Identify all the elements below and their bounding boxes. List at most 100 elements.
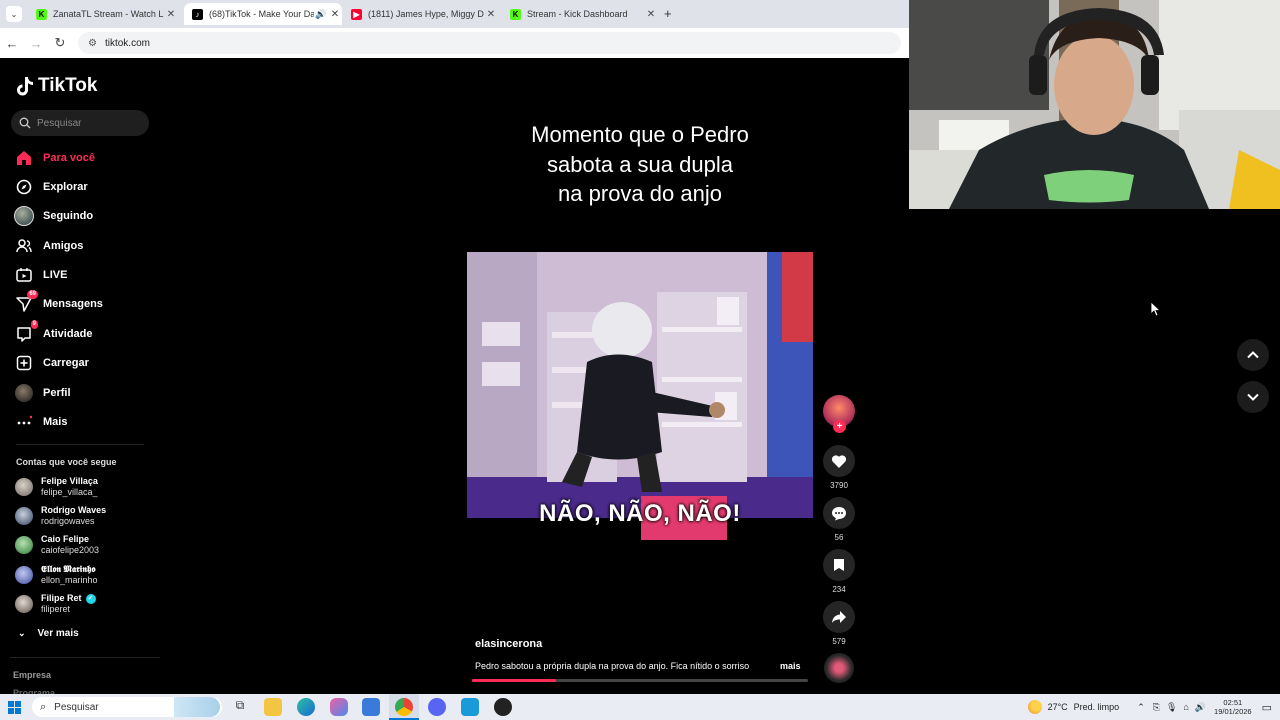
nav-carregar[interactable]: Carregar bbox=[14, 353, 89, 373]
nav-live[interactable]: LIVE bbox=[14, 265, 67, 285]
account-item[interactable]: Rodrigo Waves rodrigowaves bbox=[15, 505, 106, 527]
microphone-icon[interactable]: 🎙 bbox=[1166, 702, 1177, 713]
nav-para-voce[interactable]: Para você bbox=[14, 148, 95, 168]
close-tab-icon[interactable]: ✕ bbox=[484, 9, 498, 20]
next-video-button[interactable] bbox=[1237, 381, 1269, 413]
nav-amigos[interactable]: Amigos bbox=[14, 236, 83, 256]
file-explorer-icon[interactable] bbox=[264, 698, 282, 716]
nav-atividade[interactable]: 9 Atividade bbox=[14, 320, 93, 344]
edge-icon[interactable] bbox=[297, 698, 315, 716]
see-more-button[interactable]: ⌄ Ver mais bbox=[18, 628, 79, 639]
kick-icon: K bbox=[510, 8, 521, 20]
browser-tab-2[interactable]: ♪ (68)TikTok - Make Your Day 🔊 ✕ bbox=[184, 3, 342, 25]
video-frame-image bbox=[467, 252, 813, 518]
browser-tab-title: Stream - Kick Dashboard bbox=[527, 9, 628, 19]
webcam-image bbox=[909, 0, 1280, 209]
video-progress-bar[interactable] bbox=[472, 679, 808, 682]
video-subtitle: NÃO, NÃO, NÃO! bbox=[539, 500, 741, 527]
taskbar-search-input[interactable]: ⌕ Pesquisar bbox=[32, 697, 222, 717]
search-input[interactable]: Pesquisar bbox=[11, 110, 149, 136]
back-icon[interactable]: ← bbox=[0, 36, 24, 51]
nav-perfil[interactable]: Perfil bbox=[14, 383, 71, 403]
obs-icon[interactable] bbox=[494, 698, 512, 716]
account-item[interactable]: Caio Felipe caiofelipe2003 bbox=[15, 534, 99, 556]
comment-count: 56 bbox=[834, 533, 844, 542]
activity-badge: 9 bbox=[30, 320, 38, 329]
account-name: Filipe Ret bbox=[41, 593, 82, 603]
close-tab-icon[interactable]: ✕ bbox=[644, 9, 658, 20]
account-item[interactable]: Felipe Villaça felipe_villaca_ bbox=[15, 476, 98, 498]
windows-start-icon[interactable] bbox=[8, 701, 21, 719]
store-icon[interactable] bbox=[362, 698, 380, 716]
share-button[interactable]: 579 bbox=[823, 601, 855, 646]
youtube-icon: ▶ bbox=[351, 8, 362, 20]
video-description: Pedro sabotou a própria dupla na prova d… bbox=[475, 661, 750, 671]
tiktok-icon: ♪ bbox=[192, 8, 203, 20]
task-view-icon[interactable]: ⧉ bbox=[231, 698, 249, 716]
nav-label: Explorar bbox=[43, 181, 88, 193]
music-disc-button[interactable] bbox=[823, 653, 855, 683]
system-tray: 27°C Pred. limpo ⌃ ⎘ 🎙 ⌂ 🔊 02:51 19/01/2… bbox=[1027, 694, 1280, 720]
url-field[interactable]: ⚙ tiktok.com bbox=[78, 32, 901, 54]
nav-explorar[interactable]: Explorar bbox=[14, 177, 88, 197]
chevron-down-icon bbox=[1247, 393, 1259, 401]
browser-tab-4[interactable]: K Stream - Kick Dashboard ✕ bbox=[502, 3, 658, 25]
account-handle: caiofelipe2003 bbox=[41, 545, 100, 555]
nav-mensagens[interactable]: 69 Mensagens bbox=[14, 290, 103, 314]
mouse-cursor-icon bbox=[1150, 301, 1162, 322]
usb-icon[interactable]: ⎘ bbox=[1153, 702, 1160, 713]
comment-button[interactable]: 56 bbox=[823, 497, 855, 542]
like-count: 3790 bbox=[830, 481, 848, 490]
nav-label: Seguindo bbox=[43, 210, 94, 222]
tiktok-logo[interactable]: TikTok bbox=[16, 75, 97, 97]
follow-plus-icon[interactable]: + bbox=[833, 420, 846, 433]
avatar bbox=[15, 478, 33, 496]
search-placeholder: Pesquisar bbox=[37, 117, 82, 129]
taskbar-clock[interactable]: 02:51 19/01/2026 bbox=[1214, 698, 1252, 716]
browser-tab-1[interactable]: K ZanataTL Stream - Watch Live o ✕ bbox=[28, 3, 178, 25]
previous-video-button[interactable] bbox=[1237, 339, 1269, 371]
close-tab-icon[interactable]: ✕ bbox=[328, 9, 342, 20]
account-handle: ellon_marinho bbox=[41, 575, 98, 585]
notifications-icon[interactable]: ▭ bbox=[1262, 701, 1272, 714]
video-caption-overlay: Momento que o Pedro sabota a sua dupla n… bbox=[470, 120, 810, 209]
creator-avatar-button[interactable]: + bbox=[823, 395, 855, 433]
tray-chevron-up-icon[interactable]: ⌃ bbox=[1137, 702, 1145, 713]
video-progress-fill bbox=[472, 679, 556, 682]
video-author[interactable]: elasincerona bbox=[475, 638, 542, 650]
kick-icon: K bbox=[36, 8, 47, 20]
like-button[interactable]: 3790 bbox=[823, 445, 855, 490]
nav-mais[interactable]: Mais bbox=[14, 412, 67, 432]
logo-text: TikTok bbox=[38, 75, 98, 96]
description-more-link[interactable]: mais bbox=[780, 661, 801, 671]
site-info-icon[interactable]: ⚙ bbox=[88, 38, 97, 49]
reload-icon[interactable]: ↻ bbox=[48, 35, 72, 51]
network-icon[interactable]: ⌂ bbox=[1183, 702, 1188, 712]
clock-time: 02:51 bbox=[1223, 698, 1243, 707]
speaker-icon[interactable]: 🔊 bbox=[314, 9, 328, 20]
discord-icon[interactable] bbox=[428, 698, 446, 716]
account-item[interactable]: 𝕰𝖑𝖑𝖔𝖓 𝕸𝖆𝖗𝖎𝖓𝖍𝖔 ellon_marinho bbox=[15, 564, 98, 586]
browser-tab-title: (68)TikTok - Make Your Day bbox=[209, 9, 314, 19]
nav-seguindo[interactable]: Seguindo bbox=[14, 206, 93, 226]
activity-icon: 9 bbox=[14, 320, 38, 344]
avatar bbox=[15, 507, 33, 525]
avatar bbox=[15, 595, 33, 613]
browser-tab-bar: ⌄ K ZanataTL Stream - Watch Live o ✕ ♪ (… bbox=[0, 0, 909, 28]
close-tab-icon[interactable]: ✕ bbox=[164, 9, 178, 20]
taskbar-active-app[interactable] bbox=[389, 694, 419, 720]
forward-icon[interactable]: → bbox=[24, 36, 48, 51]
browser-tab-3[interactable]: ▶ (1811) James Hype, Miggy Dela ✕ bbox=[343, 3, 498, 25]
nav-label: Para você bbox=[43, 152, 95, 164]
footer-company-link[interactable]: Empresa bbox=[13, 670, 51, 680]
account-item[interactable]: Filipe Ret ✓ filipe​ret bbox=[15, 593, 96, 615]
save-button[interactable]: 234 bbox=[823, 549, 855, 594]
new-tab-icon[interactable]: + bbox=[664, 6, 672, 21]
tab-list-chevron-icon[interactable]: ⌄ bbox=[6, 6, 22, 22]
volume-icon[interactable]: 🔊 bbox=[1195, 702, 1206, 713]
webcam-overlay bbox=[909, 0, 1280, 209]
weather-description: Pred. limpo bbox=[1073, 702, 1120, 712]
copilot-icon[interactable] bbox=[330, 698, 348, 716]
app-f-icon[interactable] bbox=[461, 698, 479, 716]
video-player[interactable] bbox=[467, 252, 813, 518]
